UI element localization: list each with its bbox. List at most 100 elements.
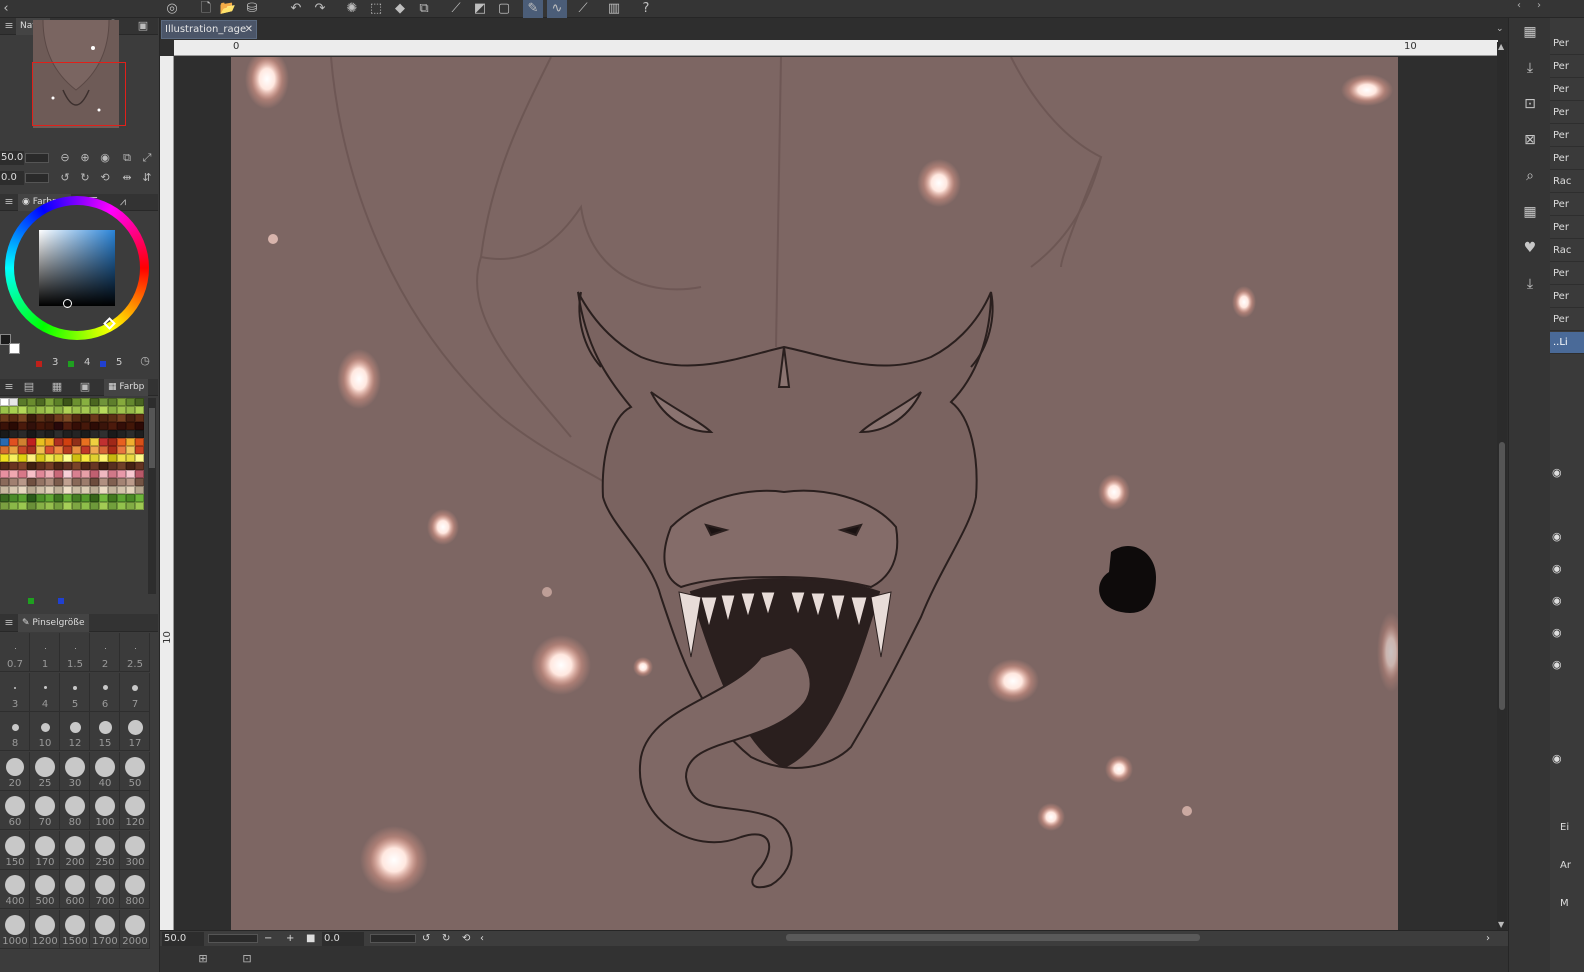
palette-swatch[interactable] (9, 422, 18, 430)
palette-swatch[interactable] (117, 422, 126, 430)
delete-icon[interactable]: ⊠ (1521, 132, 1539, 148)
palette-swatch[interactable] (72, 422, 81, 430)
palette-swatch[interactable] (9, 446, 18, 454)
palette-swatch[interactable] (72, 486, 81, 494)
palette-swatch[interactable] (81, 422, 90, 430)
palette-swatch[interactable] (99, 430, 108, 438)
palette-swatch[interactable] (18, 446, 27, 454)
material-list-item[interactable]: Per (1550, 263, 1584, 285)
palette-swatch[interactable] (0, 494, 9, 502)
brush-size-option[interactable]: 17 (120, 712, 150, 751)
palette-swatch[interactable] (18, 454, 27, 462)
palette-swatch[interactable] (36, 502, 45, 510)
palette-swatch[interactable] (0, 478, 9, 486)
palette-swatch[interactable] (81, 414, 90, 422)
palette-swatch[interactable] (81, 446, 90, 454)
palette-swatch[interactable] (90, 478, 99, 486)
flip-horizontal-icon[interactable]: ⇹ (120, 172, 134, 184)
intermediate-color-icon[interactable]: ▤ (22, 381, 36, 393)
material-list-item[interactable]: Per (1550, 125, 1584, 147)
layer-preview-icon[interactable]: ▣ (136, 20, 150, 32)
palette-swatch[interactable] (108, 478, 117, 486)
palette-swatch[interactable] (63, 414, 72, 422)
tab-list-chevron-icon[interactable]: ⌄ (1496, 24, 1504, 34)
palette-swatch[interactable] (81, 454, 90, 462)
palette-swatch[interactable] (18, 398, 27, 406)
material-list-item[interactable]: Per (1550, 194, 1584, 216)
status-zoom-slider[interactable] (208, 934, 258, 943)
palette-swatch[interactable] (117, 438, 126, 446)
palette-swatch[interactable] (18, 430, 27, 438)
brush-size-option[interactable]: 170 (30, 830, 60, 870)
palette-swatch[interactable] (117, 454, 126, 462)
layer-visibility-eye-icon[interactable]: ◉ (1552, 659, 1566, 670)
palette-swatch[interactable] (54, 502, 63, 510)
palette-swatch[interactable] (54, 494, 63, 502)
palette-swatch[interactable] (126, 406, 135, 414)
palette-swatch[interactable] (81, 502, 90, 510)
palette-swatch[interactable] (108, 430, 117, 438)
brush-size-option[interactable]: 7 (120, 672, 150, 712)
camera-icon[interactable]: ⊡ (1521, 96, 1539, 112)
color-mode-icon[interactable]: ◷ (138, 355, 152, 367)
palette-swatch[interactable] (117, 414, 126, 422)
palette-swatch[interactable] (99, 454, 108, 462)
palette-swatch[interactable] (81, 430, 90, 438)
brush-size-option[interactable]: 500 (30, 870, 60, 909)
help-icon[interactable]: ? (636, 0, 656, 18)
palette-swatch[interactable] (126, 486, 135, 494)
brush-size-option[interactable]: 600 (60, 870, 90, 909)
palette-swatch[interactable] (126, 430, 135, 438)
brush-size-option[interactable]: 1700 (90, 909, 120, 949)
rotation-value[interactable]: 0.0 (0, 171, 24, 185)
palette-swatch[interactable] (27, 406, 36, 414)
tab-palette[interactable]: ▦ Farbp (104, 379, 149, 396)
palette-swatch[interactable] (45, 398, 54, 406)
palette-swatch[interactable] (81, 494, 90, 502)
palette-swatch[interactable] (108, 454, 117, 462)
menu-icon[interactable]: ≡ (2, 381, 16, 393)
palette-swatch[interactable] (90, 470, 99, 478)
palette-swatch[interactable] (54, 462, 63, 470)
vertical-scroll-thumb[interactable] (1499, 442, 1505, 710)
palette-scrollbar[interactable] (148, 398, 156, 594)
palette-swatch[interactable] (45, 502, 54, 510)
gradient-icon[interactable]: ◩ (470, 0, 490, 18)
brush-size-option[interactable]: 1 (30, 633, 60, 672)
layer-visibility-eye-icon[interactable]: ◉ (1552, 753, 1566, 764)
canvas-artboard[interactable] (231, 57, 1398, 930)
brush-size-option[interactable]: 100 (90, 791, 120, 830)
material-list-item[interactable]: Rac (1550, 171, 1584, 193)
palette-swatch[interactable] (90, 502, 99, 510)
palette-swatch[interactable] (90, 430, 99, 438)
status-zoom[interactable]: 50.0 (162, 932, 204, 946)
brush-size-option[interactable]: 400 (0, 870, 30, 909)
palette-swatch[interactable] (36, 446, 45, 454)
palette-swatch[interactable] (63, 430, 72, 438)
palette-swatch[interactable] (72, 398, 81, 406)
palette-swatch[interactable] (99, 422, 108, 430)
stabilizer-icon[interactable]: ∿ (547, 0, 567, 18)
palette-swatch[interactable] (90, 406, 99, 414)
palette-swatch[interactable] (63, 470, 72, 478)
selection-icon[interactable]: ⬚ (366, 0, 386, 18)
palette-swatch[interactable] (81, 398, 90, 406)
menu-icon[interactable]: ≡ (2, 617, 16, 629)
fill-icon[interactable]: ◆ (390, 0, 410, 18)
palette-swatch[interactable] (36, 430, 45, 438)
palette-swatch[interactable] (45, 486, 54, 494)
palette-swatch[interactable] (18, 486, 27, 494)
palette-swatch[interactable] (108, 414, 117, 422)
scroll-up-icon[interactable]: ▲ (1498, 42, 1504, 51)
close-tab-icon[interactable]: ✕ (245, 21, 253, 38)
palette-swatch[interactable] (126, 422, 135, 430)
palette-swatch[interactable] (54, 430, 63, 438)
palette-swatch[interactable] (135, 438, 144, 446)
palette-swatch[interactable] (27, 430, 36, 438)
device-icon[interactable]: ▥ (604, 0, 624, 18)
status-rotate-left-icon[interactable]: ↺ (422, 932, 430, 946)
material-list-item[interactable]: Per (1550, 217, 1584, 239)
palette-swatch[interactable] (108, 486, 117, 494)
layer-visibility-eye-icon[interactable]: ◉ (1552, 563, 1566, 574)
import-icon[interactable]: ⤓ (1521, 276, 1539, 292)
